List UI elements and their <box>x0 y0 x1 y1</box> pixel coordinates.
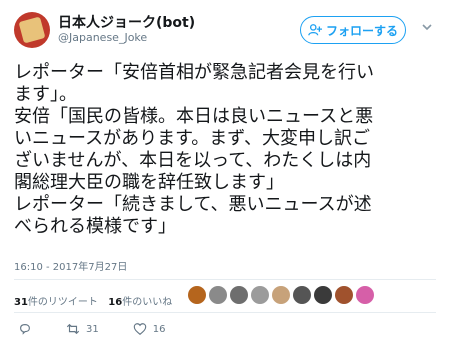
user-handle[interactable]: @Japanese_Joke <box>58 31 147 44</box>
tweet-line: べられる模様です」 <box>14 216 176 237</box>
liker-avatar[interactable] <box>335 286 353 304</box>
like-stat-count[interactable]: 16 <box>108 297 122 308</box>
liker-avatar[interactable] <box>272 286 290 304</box>
divider <box>14 279 436 280</box>
retweet-button[interactable]: 31 <box>66 322 99 336</box>
liker-avatars <box>188 286 374 304</box>
tweet-actions: 31 16 <box>18 322 199 336</box>
retweet-stat-count[interactable]: 31 <box>14 297 28 308</box>
heart-icon <box>133 323 146 335</box>
engagement-stats: 31件のリツイート 16件のいいね <box>14 293 172 308</box>
like-count: 16 <box>152 323 166 335</box>
follow-label: フォローする <box>325 23 398 38</box>
reply-icon <box>20 324 30 335</box>
liker-avatar[interactable] <box>230 286 248 304</box>
like-button[interactable]: 16 <box>133 322 166 336</box>
follow-button[interactable]: フォローする <box>300 16 406 44</box>
liker-avatar[interactable] <box>293 286 311 304</box>
tweet-line: レポーター「安倍首相が緊急記者会見を行い <box>14 62 374 83</box>
like-stat-label: 件のいいね <box>122 297 173 308</box>
liker-avatar[interactable] <box>209 286 227 304</box>
add-user-icon <box>308 24 322 36</box>
reply-button[interactable] <box>18 322 32 336</box>
tweet-line: レポーター「続きまして、悪いニュースが述 <box>14 194 372 215</box>
divider <box>14 312 436 313</box>
display-name[interactable]: 日本人ジョーク(bot) <box>58 12 195 32</box>
tweet-line: ます」。 <box>14 84 77 105</box>
retweet-icon <box>66 323 80 335</box>
tweet-text: レポーター「安倍首相が緊急記者会見を行い ます」。 安倍「国民の皆様。本日は良い… <box>14 62 442 238</box>
liker-avatar[interactable] <box>356 286 374 304</box>
tweet-line: ざいませんが、本日を以って、わたくしは内 <box>14 150 372 171</box>
liker-avatar[interactable] <box>251 286 269 304</box>
tweet-line: いニュースがあります。まず、大変申し訳ご <box>14 128 371 149</box>
retweet-stat-label: 件のリツイート <box>27 297 98 308</box>
tweet-line: 安倍「国民の皆様。本日は良いニュースと悪 <box>14 106 374 127</box>
timestamp[interactable]: 16:10 - 2017年7月27日 <box>14 258 127 273</box>
retweet-count: 31 <box>86 323 99 335</box>
liker-avatar[interactable] <box>188 286 206 304</box>
tweet-header: 日本人ジョーク(bot) @Japanese_Joke フォローする <box>0 0 450 56</box>
tweet-line: 閣総理大臣の職を辞任致します」 <box>14 172 284 193</box>
chevron-down-icon[interactable] <box>420 20 434 34</box>
liker-avatar[interactable] <box>314 286 332 304</box>
avatar[interactable] <box>14 12 50 48</box>
shogi-piece-icon <box>18 16 46 44</box>
